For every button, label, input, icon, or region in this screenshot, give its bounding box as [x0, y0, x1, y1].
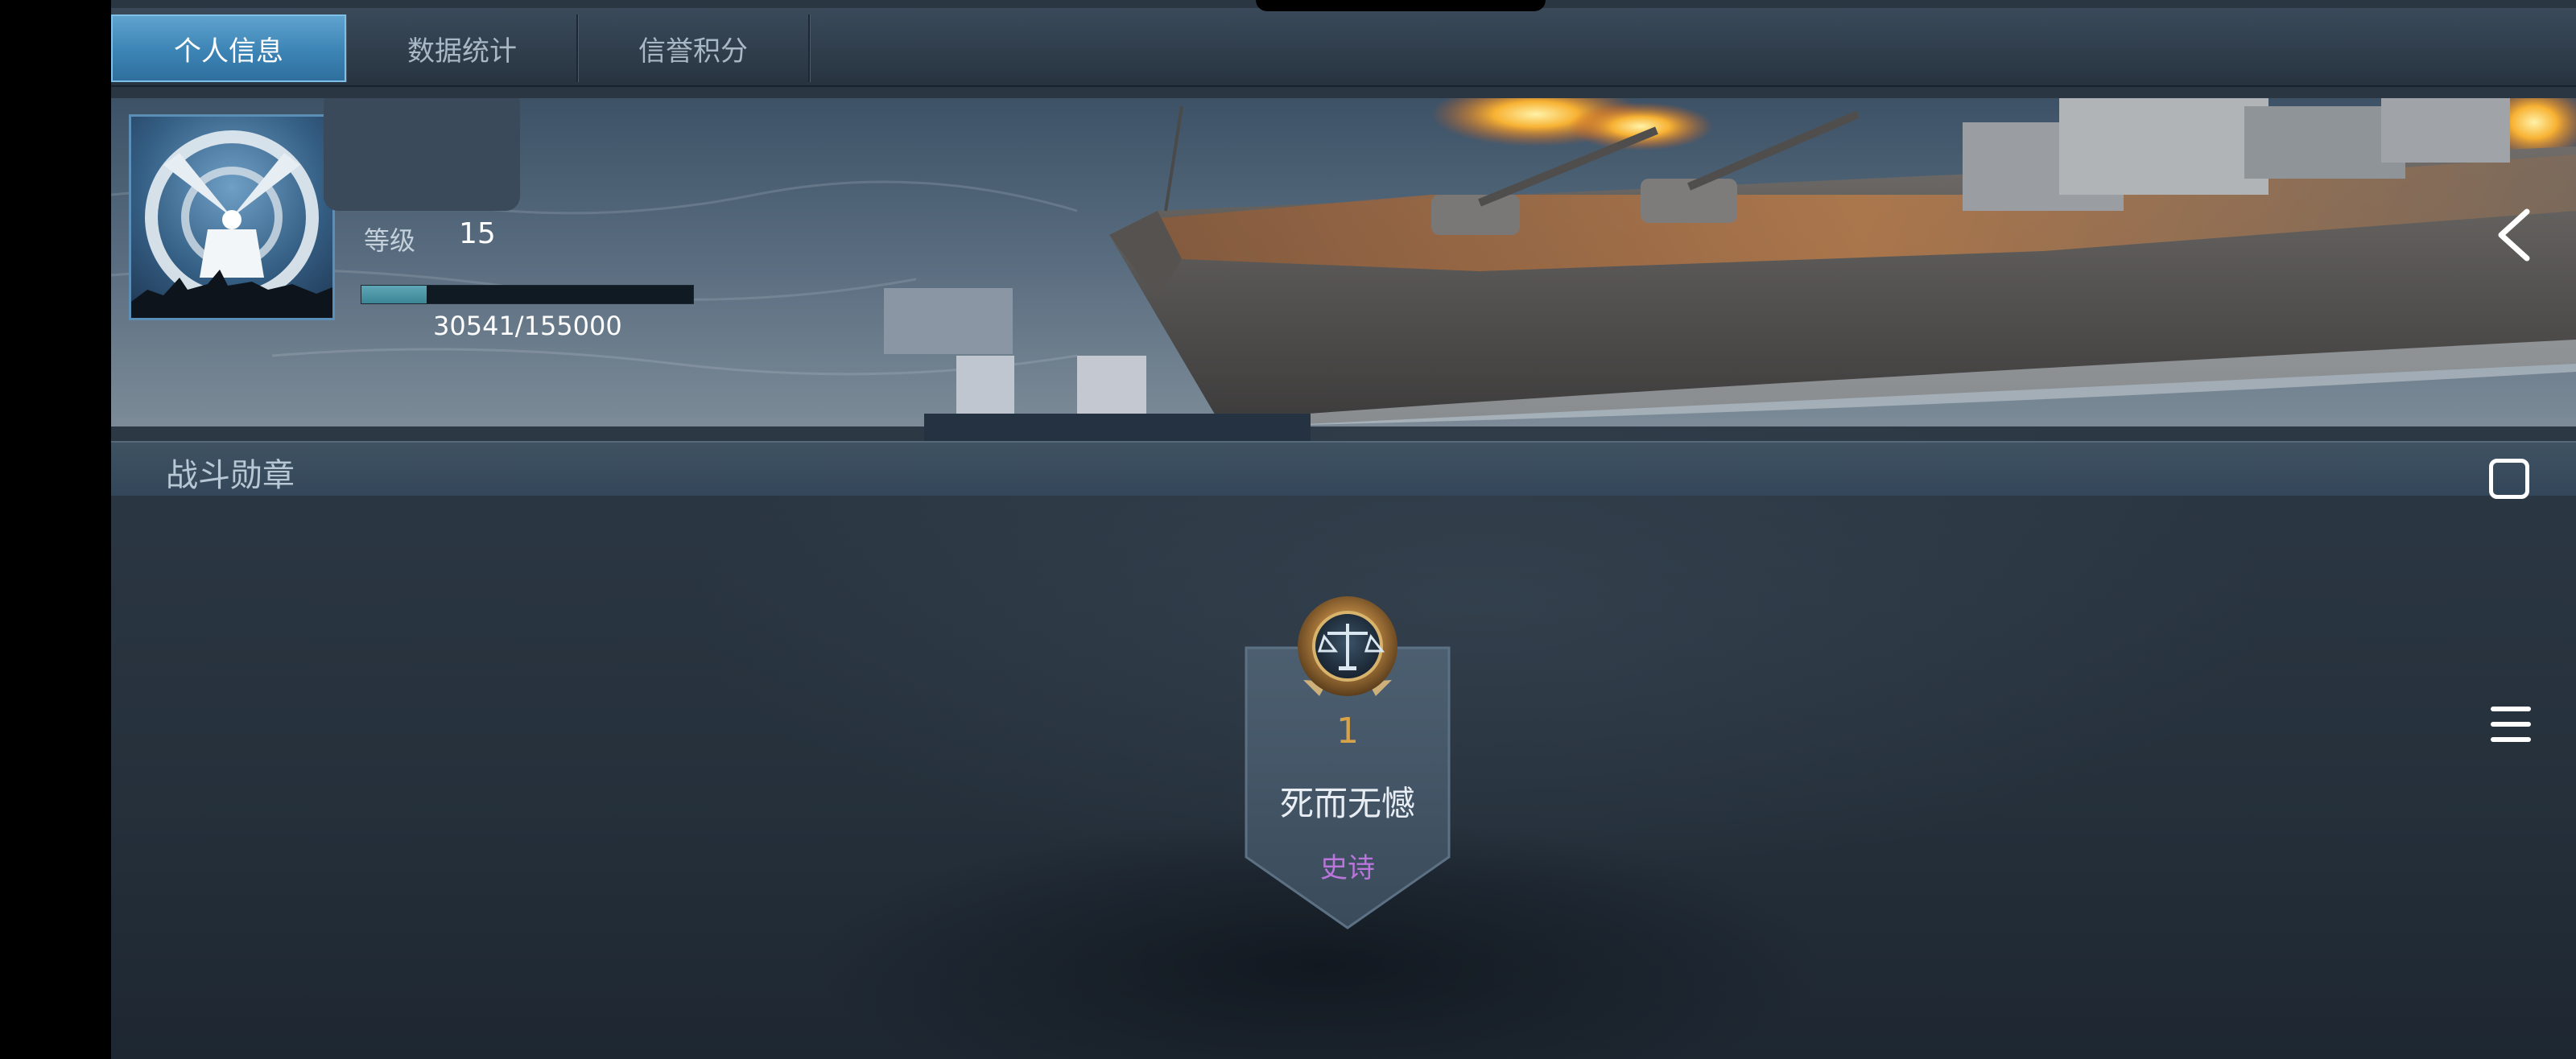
menu-button[interactable]	[2487, 702, 2534, 747]
hamburger-line	[2491, 722, 2531, 727]
avatar[interactable]	[129, 114, 335, 320]
scales-medal-icon	[1298, 596, 1397, 696]
tab-label: 数据统计	[407, 35, 517, 68]
avatar-emblem-icon	[131, 130, 332, 318]
hamburger-menu-icon	[2491, 707, 2531, 711]
level-value: 15	[459, 217, 496, 250]
medal-count: 1	[1336, 711, 1359, 752]
profile-banner: 等级 15 30541/155000	[111, 98, 2576, 426]
tab-reputation[interactable]: 信誉积分	[578, 14, 810, 82]
medal-rarity: 史诗	[1320, 852, 1375, 884]
window-toggle-button[interactable]	[2489, 459, 2529, 499]
tab-personal-info[interactable]: 个人信息	[111, 14, 346, 82]
chevron-left-icon	[2498, 208, 2530, 262]
exp-progress-bar	[361, 285, 694, 304]
exp-progress-fill	[361, 286, 427, 303]
medal-card[interactable]: 1 死而无憾 史诗	[1243, 591, 1452, 929]
redacted-badge-block	[884, 288, 1013, 354]
redacted-pixel-block	[1077, 356, 1146, 420]
screen: 个人信息 数据统计 信誉积分 等级 15 30541/155000 战斗勋章 1…	[0, 0, 2576, 1059]
tab-statistics[interactable]: 数据统计	[348, 14, 578, 82]
left-black-bar	[0, 0, 111, 1059]
tab-bar: 个人信息 数据统计 信誉积分	[111, 8, 2576, 87]
hamburger-line	[2491, 737, 2531, 742]
redacted-pixel-block	[956, 356, 1014, 420]
level-label: 等级	[364, 225, 416, 256]
medal-name: 死而无憾	[1279, 784, 1415, 823]
exp-text: 30541/155000	[433, 311, 622, 341]
tab-label: 信誉积分	[638, 35, 748, 68]
game-window: 个人信息 数据统计 信誉积分 等级 15 30541/155000 战斗勋章 1…	[111, 0, 2576, 1059]
back-button[interactable]	[2486, 203, 2542, 267]
section-title: 战斗勋章	[166, 457, 295, 494]
tab-label: 个人信息	[174, 35, 283, 68]
camera-notch	[1256, 0, 1546, 11]
battle-medals-header: 战斗勋章	[111, 441, 2576, 499]
redacted-name-block	[324, 98, 520, 211]
